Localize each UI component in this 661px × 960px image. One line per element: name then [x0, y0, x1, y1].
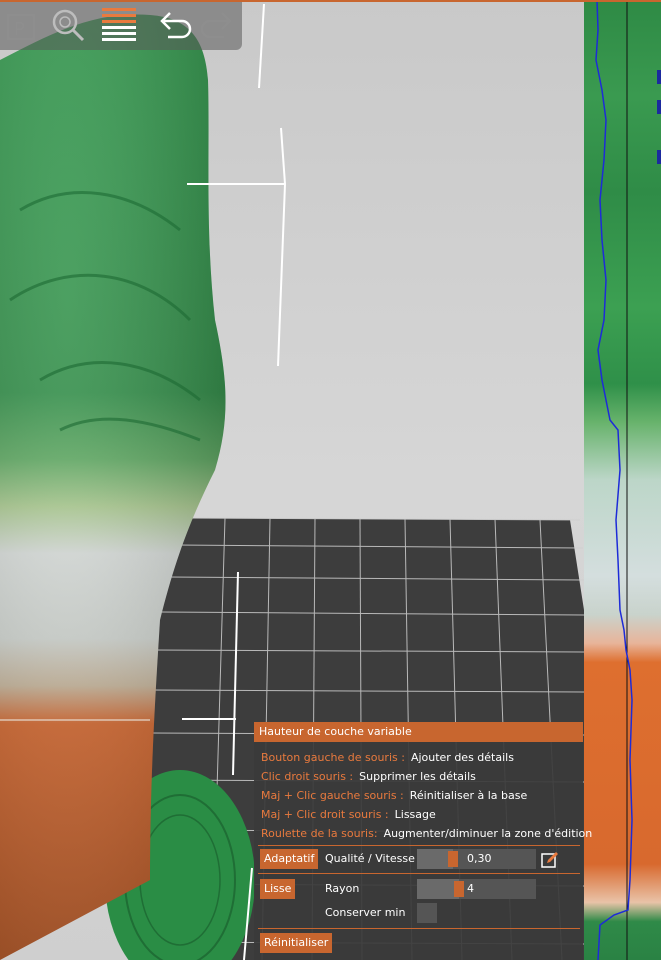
slider-handle[interactable]: [454, 881, 464, 897]
hint-right-click: Clic droit souris : Supprimer les détails: [261, 767, 476, 786]
keep-min-label: Conserver min: [325, 906, 406, 919]
search-icon[interactable]: [46, 4, 90, 46]
hint-key: Roulette de la souris:: [261, 827, 378, 840]
hint-key: Maj + Clic gauche souris :: [261, 789, 404, 802]
hint-mouse-wheel: Roulette de la souris: Augmenter/diminuer…: [261, 824, 592, 843]
quality-speed-value: 0,30: [467, 852, 492, 865]
reset-button[interactable]: Réinitialiser: [260, 933, 333, 953]
hint-shift-left-click: Maj + Clic gauche souris : Réinitialiser …: [261, 786, 527, 805]
hint-value: Augmenter/diminuer la zone d'édition: [383, 827, 593, 840]
undo-icon[interactable]: [152, 4, 196, 46]
adaptive-button[interactable]: Adaptatif: [260, 849, 319, 869]
smooth-button[interactable]: Lisse: [260, 879, 296, 899]
slider-track-fill: [417, 879, 459, 899]
layer-height-curve: [595, 0, 661, 960]
edit-value-icon[interactable]: [540, 850, 560, 870]
hint-key: Maj + Clic droit souris :: [261, 808, 389, 821]
radius-slider[interactable]: 4: [417, 879, 536, 899]
hint-value: Lissage: [394, 808, 436, 821]
variable-layer-height-panel: Hauteur de couche variable Bouton gauche…: [254, 722, 592, 960]
slider-handle[interactable]: [448, 851, 458, 867]
hint-value: Réinitialiser à la base: [409, 789, 528, 802]
separator: [258, 845, 580, 846]
quality-speed-slider[interactable]: 0,30: [417, 849, 536, 869]
radius-value: 4: [467, 882, 474, 895]
panel-title: Hauteur de couche variable: [254, 722, 583, 742]
hint-key: Clic droit souris :: [261, 770, 354, 783]
hint-shift-right-click: Maj + Clic droit souris : Lissage: [261, 805, 436, 824]
hint-left-click: Bouton gauche de souris : Ajouter des dét…: [261, 748, 514, 767]
radius-label: Rayon: [325, 882, 360, 895]
hint-value: Supprimer les détails: [359, 770, 476, 783]
keep-min-checkbox[interactable]: [417, 903, 437, 923]
hint-key: Bouton gauche de souris :: [261, 751, 405, 764]
redo-icon[interactable]: [196, 4, 240, 46]
window-top-accent: [0, 0, 661, 2]
separator: [258, 873, 580, 874]
svg-text:P: P: [14, 19, 25, 40]
viewport-toolbar: P: [0, 0, 242, 50]
separator: [258, 928, 580, 929]
plate-p-icon[interactable]: P: [0, 4, 44, 46]
quality-speed-label: Qualité / Vitesse: [325, 852, 415, 865]
layers-icon[interactable]: [97, 4, 141, 46]
hint-value: Ajouter des détails: [410, 751, 514, 764]
